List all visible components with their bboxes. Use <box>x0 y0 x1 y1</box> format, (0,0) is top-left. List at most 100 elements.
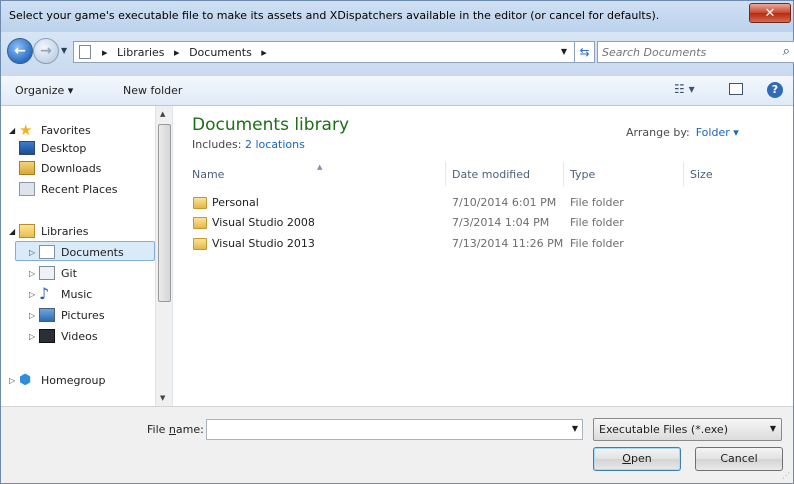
file-name-combobox[interactable]: ▼ <box>206 419 583 440</box>
organize-button[interactable]: Organize ▾ <box>15 84 73 97</box>
scrollbar-thumb[interactable] <box>158 124 171 302</box>
file-type-filter[interactable]: Executable Files (*.exe) ▼ <box>593 418 782 441</box>
library-includes: Includes: 2 locations <box>192 138 305 151</box>
expand-arrow-icon[interactable]: ◢ <box>9 227 19 236</box>
column-header-type[interactable]: Type <box>570 168 595 181</box>
documents-icon <box>39 245 55 259</box>
nav-item-downloads[interactable]: Downloads <box>19 158 101 178</box>
refresh-icon: ⇆ <box>579 45 590 59</box>
nav-scrollbar[interactable]: ▲ ▼ <box>155 106 172 406</box>
breadcrumb-libraries[interactable]: Libraries <box>117 46 165 59</box>
column-divider[interactable] <box>683 162 684 186</box>
nav-item-label: Videos <box>61 329 98 343</box>
new-folder-button[interactable]: New folder <box>123 84 182 97</box>
nav-item-label: Music <box>61 287 93 301</box>
close-button[interactable]: ✕ <box>749 3 791 23</box>
collapse-arrow-icon[interactable]: ▷ <box>29 311 39 320</box>
recent-pages-dropdown[interactable]: ▼ <box>61 46 67 55</box>
collapse-arrow-icon[interactable]: ▷ <box>29 269 39 278</box>
command-bar: Organize ▾ New folder ☷ ▾ ? <box>1 76 793 106</box>
window-title: Select your game's executable file to ma… <box>9 9 660 22</box>
videos-icon <box>39 329 55 343</box>
file-name: Visual Studio 2008 <box>212 216 315 229</box>
file-name-label-text: ame: <box>175 423 204 436</box>
nav-item-videos[interactable]: ▷ Videos <box>29 326 98 346</box>
views-icon[interactable]: ☷ ▾ <box>674 82 695 96</box>
open-button-label: pen <box>630 452 652 465</box>
preview-pane-icon[interactable] <box>729 83 743 95</box>
desktop-icon <box>19 141 35 155</box>
breadcrumb-separator[interactable]: ▸ <box>102 46 108 59</box>
nav-item-recent-places[interactable]: Recent Places <box>19 179 118 199</box>
column-divider[interactable] <box>445 162 446 186</box>
cancel-button[interactable]: Cancel <box>695 447 783 471</box>
file-type: File folder <box>570 196 624 209</box>
file-name: Personal <box>212 196 259 209</box>
open-button[interactable]: Open <box>593 447 681 471</box>
arrange-label: Arrange by: <box>626 126 690 139</box>
nav-item-desktop[interactable]: Desktop <box>19 138 86 158</box>
collapse-arrow-icon[interactable]: ▷ <box>29 290 39 299</box>
column-header-date[interactable]: Date modified <box>452 168 530 181</box>
nav-item-music[interactable]: ▷ ♪ Music <box>29 284 92 304</box>
breadcrumb-separator[interactable]: ▸ <box>261 46 267 59</box>
chevron-down-icon[interactable]: ▼ <box>556 42 572 62</box>
file-type: File folder <box>570 216 624 229</box>
dialog-footer: File name: ▼ Executable Files (*.exe) ▼ … <box>1 406 793 483</box>
star-icon: ★ <box>19 121 33 139</box>
file-open-dialog: Select your game's executable file to ma… <box>0 0 794 484</box>
back-button[interactable]: ← <box>7 38 33 64</box>
nav-item-pictures[interactable]: ▷ Pictures <box>29 305 105 325</box>
git-library-icon <box>39 266 55 280</box>
forward-button[interactable]: → <box>33 38 59 64</box>
nav-libraries[interactable]: ◢ Libraries <box>9 221 89 241</box>
locations-link[interactable]: 2 locations <box>245 138 305 151</box>
table-row[interactable]: Personal 7/10/2014 6:01 PM File folder <box>193 194 624 214</box>
folder-icon <box>193 197 207 209</box>
library-title: Documents library <box>192 115 350 135</box>
resize-grip-icon[interactable]: ⋰ <box>782 471 790 480</box>
pictures-icon <box>39 308 55 322</box>
file-name: Visual Studio 2013 <box>212 237 315 250</box>
nav-item-documents[interactable]: ▷ Documents <box>29 242 124 262</box>
column-header-name[interactable]: Name <box>192 168 224 181</box>
table-row[interactable]: Visual Studio 2008 7/3/2014 1:04 PM File… <box>193 214 624 234</box>
collapse-arrow-icon[interactable]: ▷ <box>29 332 39 341</box>
arrange-by: Arrange by: Folder ▾ <box>626 126 739 139</box>
search-input[interactable] <box>602 44 772 60</box>
homegroup-icon: ⬢ <box>19 372 32 388</box>
refresh-button[interactable]: ⇆ <box>575 41 595 63</box>
column-header-size[interactable]: Size <box>690 168 713 181</box>
nav-favorites[interactable]: ◢ ★ Favorites <box>9 120 91 140</box>
breadcrumb-separator[interactable]: ▸ <box>174 46 180 59</box>
table-row[interactable]: Visual Studio 2013 7/13/2014 11:26 PM Fi… <box>193 235 624 255</box>
search-icon[interactable]: ⌕ <box>783 44 790 59</box>
nav-item-label: Documents <box>61 245 124 259</box>
nav-homegroup[interactable]: ▷ ⬢ Homegroup <box>9 370 105 390</box>
column-divider[interactable] <box>563 162 564 186</box>
collapse-arrow-icon[interactable]: ▷ <box>29 248 39 257</box>
nav-libraries-label: Libraries <box>41 224 89 238</box>
search-box[interactable]: ⌕ <box>597 41 794 63</box>
scroll-down-icon[interactable]: ▼ <box>160 394 165 402</box>
help-icon[interactable]: ? <box>767 82 783 98</box>
libraries-icon <box>19 224 35 238</box>
scroll-up-icon[interactable]: ▲ <box>160 110 165 118</box>
file-name-label: File name: <box>147 423 204 436</box>
address-bar[interactable]: ▸ Libraries ▸ Documents ▸ ▼ <box>73 41 575 63</box>
navigation-pane: ◢ ★ Favorites Desktop Downloads Recent P… <box>1 106 173 406</box>
file-type: File folder <box>570 237 624 250</box>
nav-item-git[interactable]: ▷ Git <box>29 263 77 283</box>
file-name-field[interactable] <box>210 422 550 437</box>
arrange-dropdown[interactable]: Folder ▾ <box>696 126 739 139</box>
breadcrumb-documents[interactable]: Documents <box>189 46 252 59</box>
chevron-down-icon: ▼ <box>769 424 776 433</box>
chevron-down-icon[interactable]: ▼ <box>572 424 578 433</box>
file-name-label-accesskey: n <box>168 423 176 436</box>
folder-icon <box>193 217 207 229</box>
expand-arrow-icon[interactable]: ◢ <box>9 126 19 135</box>
file-list-pane: Documents library Includes: 2 locations … <box>173 106 793 406</box>
address-row: ← → ▼ ▸ Libraries ▸ Documents ▸ ▼ ⇆ ⌕ <box>1 32 794 76</box>
collapse-arrow-icon[interactable]: ▷ <box>9 376 19 385</box>
file-date: 7/3/2014 1:04 PM <box>452 216 550 229</box>
